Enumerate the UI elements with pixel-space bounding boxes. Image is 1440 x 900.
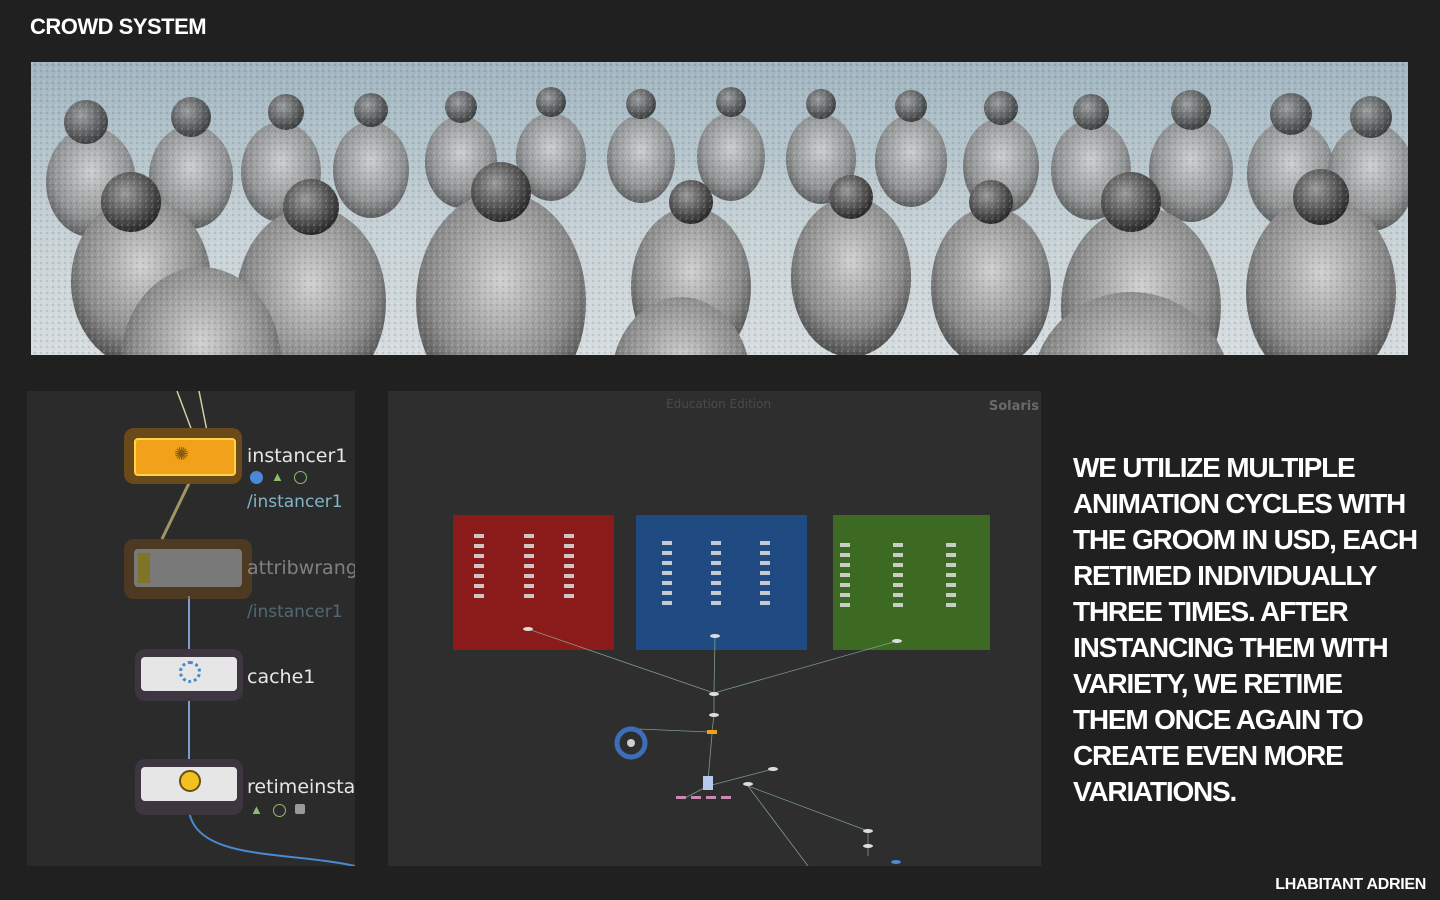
description-text: WE UTILIZE MULTIPLE ANIMATION CYCLES WIT…: [1073, 452, 1418, 807]
instancer-icon: ✺: [174, 444, 190, 464]
selected-node-orange: [707, 730, 717, 734]
node-graph-panel[interactable]: ✺ instancer1 ▲ /instancer1 attribwrang /…: [27, 391, 355, 866]
node-label-attribwrangle: attribwrang: [247, 557, 355, 579]
node-label-instancer1: instancer1: [247, 445, 348, 467]
crowd-render-image: [31, 62, 1408, 355]
cache-gear-icon: [179, 661, 201, 683]
check-circle-icon: [273, 804, 286, 817]
node-label-cache1: cache1: [247, 666, 316, 688]
solaris-graph: [453, 515, 990, 866]
penguin-crowd-illustration: [31, 62, 1408, 355]
solaris-network-view[interactable]: Education Edition Solaris: [388, 391, 1041, 866]
node-attribwrangle[interactable]: [124, 539, 252, 599]
stopwatch-icon: [179, 770, 201, 792]
node-retimeinstance[interactable]: [135, 759, 243, 815]
network-box-blue: [636, 515, 807, 650]
node-label-retimeinstance: retimeinstai: [247, 776, 355, 798]
node-cache1[interactable]: [135, 649, 243, 701]
mountain-icon: ▲: [250, 802, 263, 817]
check-circle-icon: [294, 471, 307, 484]
mountain-icon: ▲: [271, 469, 284, 484]
node-attribwrangle-flag: [138, 553, 150, 583]
node-instancer1[interactable]: ✺: [124, 428, 242, 484]
info-icon: [250, 471, 263, 484]
node-attribwrangle-body: [134, 549, 242, 587]
lock-icon: [295, 804, 305, 814]
node-path-attribwrangle: /instancer1: [247, 602, 343, 622]
node-path-instancer1: /instancer1: [247, 492, 343, 512]
author-credit: LHABITANT ADRIEN: [1275, 876, 1426, 893]
page-title: CROWD SYSTEM: [30, 14, 207, 39]
merge-node: [703, 776, 713, 790]
network-box-green: [833, 515, 990, 650]
